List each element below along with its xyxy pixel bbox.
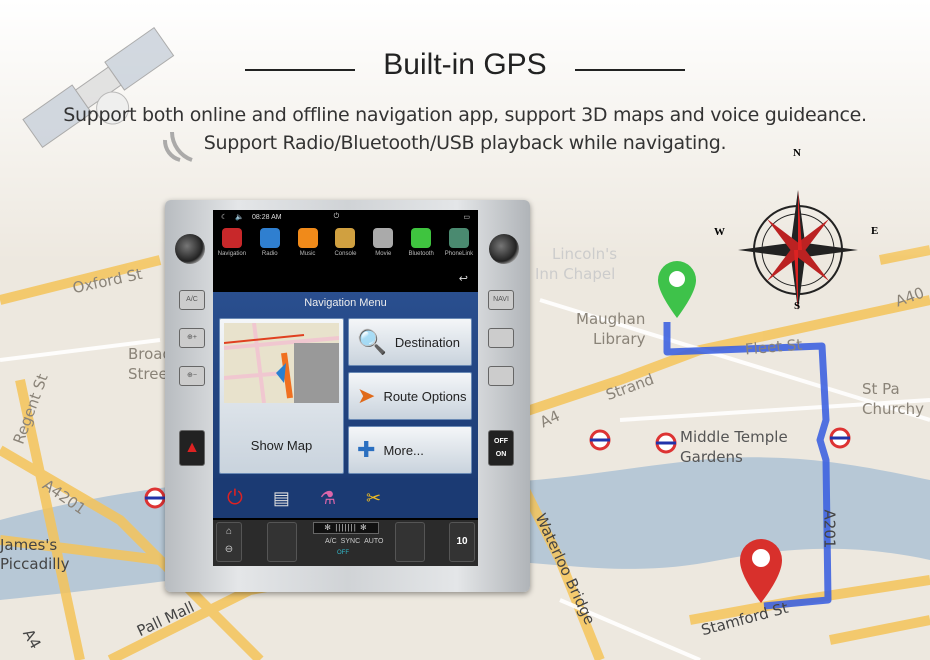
sync-mode[interactable]: SYNC [341, 538, 360, 545]
power-icon[interactable]: ⏻ [334, 213, 340, 221]
destination-label: Destination [394, 334, 460, 350]
destination-tile[interactable]: 🔍 Destination [348, 318, 472, 366]
route-arrow-icon: ➤ [357, 383, 376, 408]
hazard-button[interactable]: ▲ [179, 430, 205, 466]
app-label: Music [299, 251, 316, 257]
moon-icon: ☾ [221, 214, 228, 221]
app-movie[interactable]: Movie [365, 228, 401, 268]
map-label: Churchy [862, 400, 924, 418]
app-phonelink[interactable]: PhoneLink [441, 228, 477, 268]
show-map-label: Show Map [250, 438, 313, 453]
compass-west: W [714, 226, 725, 238]
volume-icon: 🔈 [235, 214, 244, 221]
route-options-tile[interactable]: ➤ Route Options [348, 372, 472, 420]
navi-button[interactable]: NAVI [488, 290, 514, 310]
more-label: More... [383, 442, 424, 458]
map-label: Gardens [680, 448, 743, 466]
fan-up-button[interactable]: ⊕+ [179, 328, 205, 348]
power-off-on-button[interactable]: OFF ON [488, 430, 514, 466]
off-label: OFF [494, 438, 508, 445]
map-label: Lincoln's [552, 245, 618, 263]
puzzle-icon: ✚ [357, 437, 376, 462]
app-label: Bluetooth [408, 251, 434, 257]
app-label: Radio [261, 251, 278, 257]
navigation-icon [221, 228, 242, 248]
subtitle-line-2: Support Radio/Bluetooth/USB playback whi… [203, 132, 727, 154]
ac-button[interactable]: A/C [179, 290, 205, 310]
fan-down-button[interactable]: ⊕− [179, 366, 205, 386]
shortcut-bar: ⏻ ▤ ⚗ ✂ [213, 478, 478, 518]
auto-mode[interactable]: AUTO [364, 538, 383, 545]
more-tile[interactable]: ✚ More... [348, 426, 472, 474]
movie-icon [373, 228, 394, 248]
app-label: Movie [375, 251, 392, 257]
phonelink-icon [448, 228, 469, 248]
map-label: Middle Temple [680, 428, 788, 446]
tools-icon[interactable]: ✂ [366, 488, 381, 509]
status-bar: ☾ 🔈 08:28 AM ⏻ ▭ [213, 210, 478, 224]
map-preview-icon [223, 322, 340, 404]
compass-south: S [794, 300, 801, 312]
radio-icon [259, 228, 280, 248]
seat-off-indicator[interactable]: OFF [337, 550, 349, 556]
app-navigation[interactable]: Navigation [214, 228, 250, 268]
back-icon[interactable]: ↩ [459, 272, 468, 285]
window-icon[interactable]: ▭ [463, 213, 470, 221]
app-console[interactable]: Console [327, 228, 363, 268]
map-label: A201 [820, 509, 839, 549]
home-button[interactable]: ⌂ ⊖ [216, 522, 242, 562]
climate-modes: A/C SYNC AUTO [325, 538, 383, 545]
map-label: Inn Chapel [535, 265, 616, 283]
app-label: PhoneLink [444, 251, 474, 257]
on-label: ON [495, 451, 507, 458]
ac-mode[interactable]: A/C [325, 538, 337, 545]
touch-screen: ☾ 🔈 08:28 AM ⏻ ▭ Navigation Radio Music Cons… [213, 210, 478, 566]
navigation-menu: Navigation Menu Show Map 🔍 Destination ➤ R… [213, 292, 478, 488]
volume-knob[interactable] [175, 234, 205, 264]
route-options-label: Route Options [383, 388, 467, 404]
map-label: Piccadilly [0, 555, 70, 573]
magnifier-icon: 🔍 [357, 328, 387, 356]
music-icon [297, 228, 318, 248]
head-unit-device: A/C ⊕+ ⊕− ▲ NAVI OFF ON ☾ 🔈 08:28 AM ⏻ ▭ N… [165, 200, 530, 592]
file-manager-icon[interactable]: ▤ [273, 488, 290, 509]
left-temp-stepper[interactable] [267, 522, 297, 562]
app-radio[interactable]: Radio [252, 228, 288, 268]
clock: 08:28 AM [252, 213, 282, 221]
app-bluetooth[interactable]: Bluetooth [403, 228, 439, 268]
temperature-value[interactable]: 10 [449, 522, 475, 562]
page-title: Built-in GPS [383, 48, 547, 81]
app-music[interactable]: Music [290, 228, 326, 268]
show-map-tile[interactable]: Show Map [219, 318, 344, 474]
recirculate-button[interactable] [488, 366, 514, 386]
map-label: Library [593, 330, 646, 348]
map-label: St Pa [862, 380, 900, 398]
compass-east: E [871, 225, 879, 237]
nav-menu-title: Navigation Menu [304, 297, 387, 309]
app-label: Navigation [217, 251, 247, 257]
fan-speed-slider[interactable]: ✻ ||||||| ✻ [313, 522, 379, 534]
app-label: Console [334, 251, 357, 257]
flask-icon[interactable]: ⚗ [320, 488, 336, 509]
tune-knob[interactable] [489, 234, 519, 264]
app-bar: Navigation Radio Music Console Movie Bluetoot… [213, 224, 478, 268]
console-icon [335, 228, 356, 248]
power-app-icon[interactable]: ⏻ [227, 487, 243, 510]
map-label: James's [0, 536, 58, 554]
climate-bar: ⌂ ⊖ ✻ ||||||| ✻ A/C SYNC AUTO OFF 10 [213, 520, 478, 566]
right-temp-stepper[interactable] [395, 522, 425, 562]
defrost-front-button[interactable] [488, 328, 514, 348]
map-label: Maughan [576, 310, 646, 328]
subtitle-line-1: Support both online and offline navigati… [63, 104, 867, 126]
bluetooth-icon [411, 228, 432, 248]
